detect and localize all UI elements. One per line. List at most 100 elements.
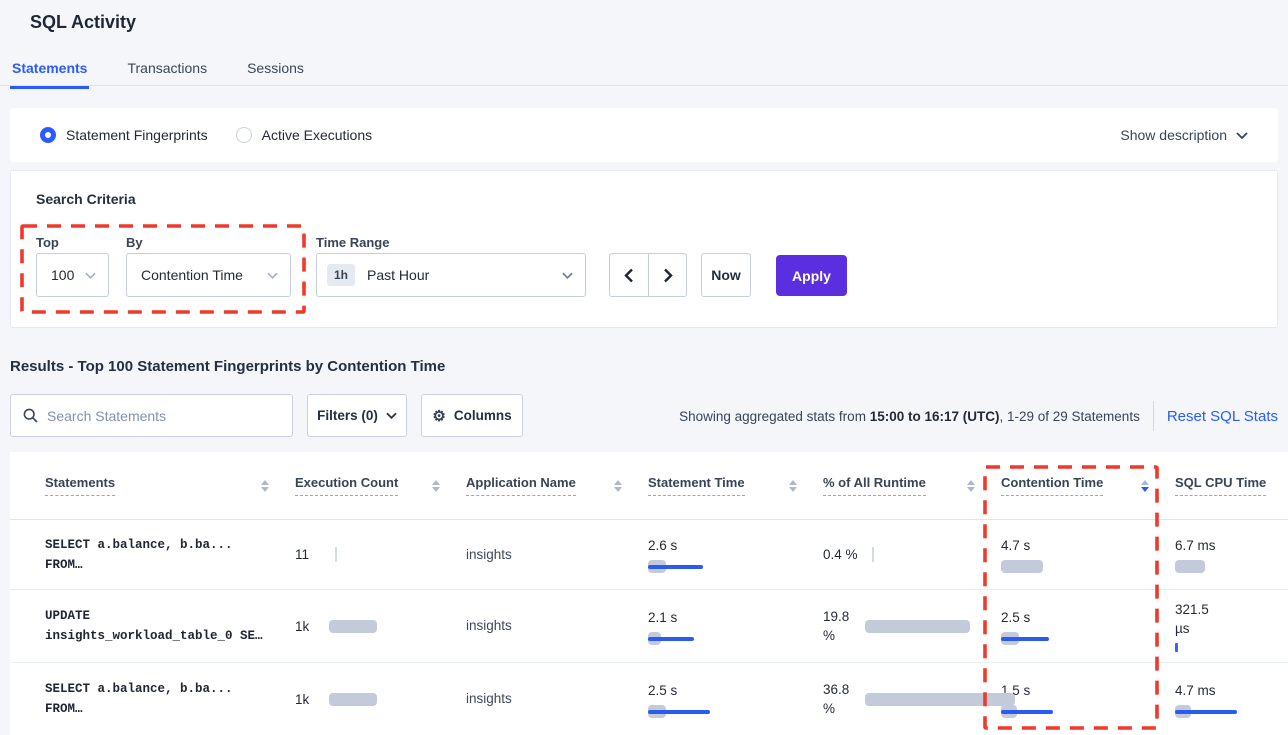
columns-button[interactable]: ⚙ Columns [421,394,523,437]
radio-label: Active Executions [262,127,373,143]
statements-table: Statements Execution CountApplication Nam… [10,452,1288,735]
tiny-bar-tick [335,547,337,562]
aggregated-stats-text: Showing aggregated stats from 15:00 to 1… [679,409,1140,424]
statement-fingerprint-link[interactable]: SELECT a.balance, b.ba... FROM… [45,682,233,716]
statement-cell: SELECT a.balance, b.ba... FROM… [45,679,295,719]
execution-count-cell: 1k [295,617,466,636]
search-criteria-title: Search Criteria [36,191,136,207]
sort-arrows-icon[interactable] [261,480,269,492]
page-title: SQL Activity [30,12,136,33]
runtime-value: 36.8 % [823,680,857,718]
filters-button[interactable]: Filters (0) [307,394,407,437]
tab-sessions[interactable]: Sessions [245,60,306,89]
table-row: SELECT a.balance, b.ba... FROM…11insight… [10,520,1288,590]
time-next-button[interactable] [648,254,686,296]
apply-button[interactable]: Apply [776,255,847,296]
sql-cpu-time-cell: 4.7 ms [1175,681,1288,718]
tab-statements[interactable]: Statements [10,60,89,89]
tiny-bar-tick-blue [1175,643,1178,652]
chevron-down-icon [386,412,397,419]
sort-asc-icon [432,480,440,485]
bar-chart [329,693,377,706]
chevron-down-icon [562,272,573,279]
sort-arrows-icon[interactable] [614,480,622,492]
bar-line [648,710,710,714]
execution-count-value: 11 [295,545,329,564]
column-header--of-all-runtime[interactable]: % of All Runtime [823,475,1001,496]
statements-table-body: SELECT a.balance, b.ba... FROM… 11 insight… [10,520,1288,735]
bar-chart [648,705,710,718]
column-header-application-name[interactable]: Application Name [466,475,648,496]
by-select[interactable]: Contention Time [126,253,291,297]
top-select-value: 100 [51,267,74,283]
statement-fingerprint-link[interactable]: SELECT a.balance, b.ba... FROM… [45,538,233,572]
bar-chart [648,560,703,573]
column-header-sql-cpu-time[interactable]: SQL CPU Time [1175,475,1288,496]
radio-selected-icon[interactable] [40,127,56,143]
sort-arrows-icon[interactable] [789,480,797,492]
bar-mean [865,620,970,633]
time-range-value: Past Hour [367,267,429,283]
statement-time-cell-value: 2.6 s [648,536,677,555]
tiny-bar-tick [872,547,874,562]
bar-mean [1001,560,1043,573]
column-header-label: SQL CPU Time [1175,475,1266,496]
application-name-value: insights [466,618,512,633]
bar-chart [1175,705,1237,718]
time-prev-button[interactable] [610,254,648,296]
sort-arrows-icon[interactable] [967,480,975,492]
show-description-toggle[interactable]: Show description [1120,127,1248,143]
bar-chart [865,693,1001,706]
now-button[interactable]: Now [701,253,751,297]
time-range-badge: 1h [327,264,355,286]
top-select[interactable]: 100 [36,253,109,297]
sort-desc-icon [967,487,975,492]
column-header-label: Statement Time [648,475,745,496]
sort-arrows-icon[interactable] [432,480,440,492]
statement-fingerprint-link[interactable]: UPDATE insights_workload_table_0 SE… [45,609,263,643]
sql-cpu-time-cell-value: 4.7 ms [1175,681,1216,700]
column-header-statement-time[interactable]: Statement Time [648,475,823,496]
bar-chart [1001,560,1043,573]
sort-asc-icon [967,480,975,485]
contention-time-cell: 4.7 s [1001,536,1175,573]
contention-time-cell-value: 2.5 s [1001,608,1030,627]
view-toggle-group: Statement Fingerprints Active Executions [40,127,372,143]
column-header-label: Contention Time [1001,475,1103,496]
statement-time-cell: 2.5 s [648,681,823,718]
search-input[interactable] [47,408,280,424]
column-header-execution-count[interactable]: Execution Count [295,475,466,496]
column-header-contention-time[interactable]: Contention Time [1001,475,1175,496]
column-header-statements[interactable]: Statements [45,475,295,496]
contention-time-cell: 2.5 s [1001,608,1175,645]
reset-sql-stats-link[interactable]: Reset SQL Stats [1167,408,1278,425]
chevron-left-icon [624,268,634,283]
sort-asc-icon [614,480,622,485]
bar-chart [329,620,377,633]
column-header-label: % of All Runtime [823,475,926,496]
top-label: Top [36,235,59,250]
bar-chart [1175,560,1205,573]
column-header-label: Application Name [466,475,576,496]
bar-chart [865,620,970,633]
radio-active-executions[interactable]: Active Executions [236,127,373,143]
bar-line [648,637,694,641]
statement-time-cell-value: 2.5 s [648,681,677,700]
statement-time-cell: 2.6 s [648,536,823,573]
table-row: SELECT a.balance, b.ba... FROM…1kinsight… [10,663,1288,735]
search-criteria-card: Search Criteria Top By Time Range 100 Co… [10,170,1278,328]
results-heading: Results - Top 100 Statement Fingerprints… [10,358,445,375]
sort-asc-icon [261,480,269,485]
column-header-label: Statements [45,475,115,496]
radio-unselected-icon[interactable] [236,127,252,143]
runtime-cell: 19.8 % [823,607,1001,645]
time-range-select[interactable]: 1h Past Hour [316,253,586,297]
bar-mean [329,620,377,633]
statement-time-cell-value: 2.1 s [648,608,677,627]
search-icon [23,408,38,423]
radio-statement-fingerprints[interactable]: Statement Fingerprints [40,127,208,143]
sort-arrows-icon[interactable] [1141,480,1149,492]
tab-transactions[interactable]: Transactions [125,60,209,89]
chevron-right-icon [663,268,673,283]
radio-label: Statement Fingerprints [66,127,208,143]
